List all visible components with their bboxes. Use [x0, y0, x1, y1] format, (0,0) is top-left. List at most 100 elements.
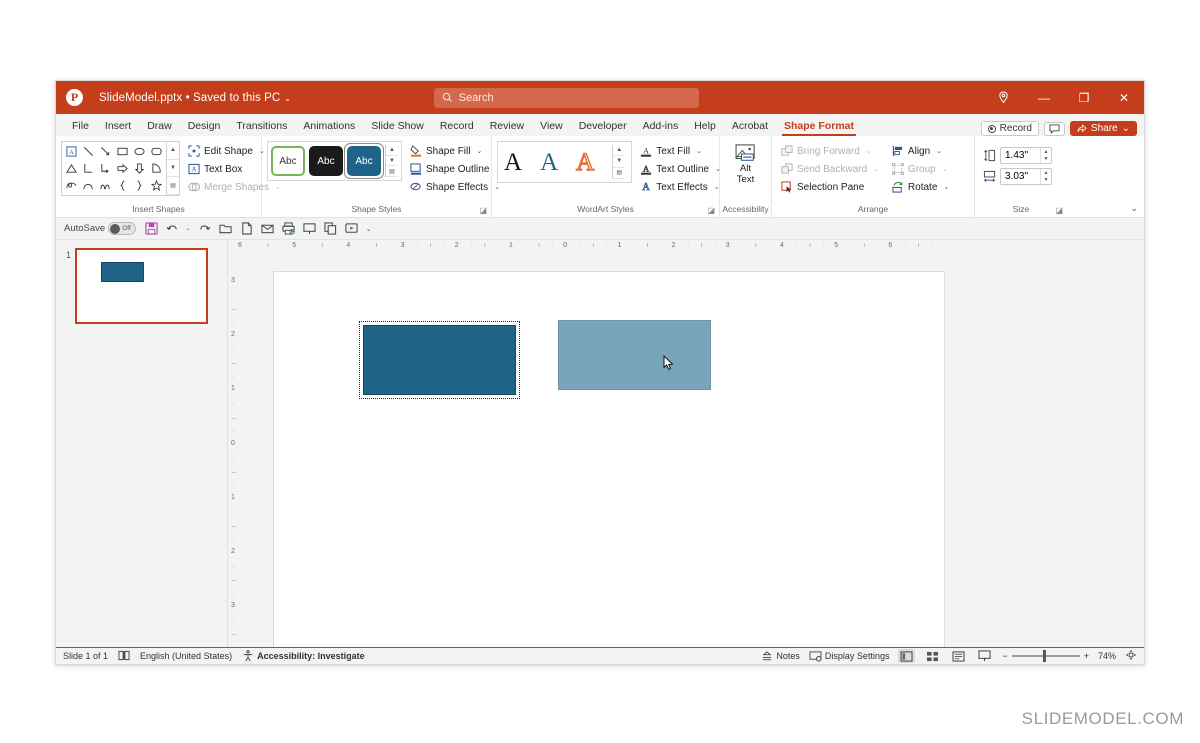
tab-acrobat[interactable]: Acrobat: [724, 116, 776, 136]
chevron-down-icon[interactable]: ⌄: [284, 94, 291, 103]
spell-check-icon[interactable]: [118, 650, 130, 663]
copy-button[interactable]: [321, 220, 339, 238]
search-box[interactable]: Search: [434, 88, 699, 108]
shape-double-curve-icon[interactable]: [97, 177, 114, 194]
tab-review[interactable]: Review: [482, 116, 532, 136]
shape-style-thumb-1[interactable]: Abc: [271, 146, 305, 176]
shape-right-arrow-icon[interactable]: [114, 160, 131, 177]
shape-style-thumb-2[interactable]: Abc: [309, 146, 343, 176]
open-button[interactable]: [216, 220, 234, 238]
gallery-scroll-up-icon[interactable]: ▲: [167, 142, 179, 160]
shape-rounded-rectangle-icon[interactable]: [148, 143, 165, 160]
rectangle-shape-secondary[interactable]: [558, 320, 711, 390]
selection-pane-button[interactable]: Selection Pane: [779, 179, 884, 195]
fit-slide-button[interactable]: [1125, 649, 1137, 663]
style-scroll-up-icon[interactable]: ▲: [386, 145, 398, 156]
shapes-gallery-scroll[interactable]: ▲ ▼ ▤: [166, 142, 179, 195]
redo-button[interactable]: [195, 220, 213, 238]
shape-textbox-icon[interactable]: A: [63, 143, 80, 160]
tab-file[interactable]: File: [64, 116, 97, 136]
wordart-scroll-down-icon[interactable]: ▼: [613, 156, 625, 167]
wordart-expand-icon[interactable]: ▤: [613, 168, 625, 179]
wordart-thumb-2[interactable]: A: [540, 150, 558, 175]
shape-width-input[interactable]: 3.03" ▲ ▼: [1000, 168, 1052, 185]
shape-rectangle-icon[interactable]: [114, 143, 131, 160]
text-effects-button[interactable]: A Text Effects ⌄: [638, 179, 726, 195]
tab-shape-format[interactable]: Shape Format: [776, 116, 862, 136]
shape-down-arrow-icon[interactable]: [131, 160, 148, 177]
height-spinner[interactable]: ▲ ▼: [1040, 148, 1051, 163]
shape-curve-icon[interactable]: [80, 177, 97, 194]
view-normal-button[interactable]: [898, 649, 915, 663]
shape-arc-icon[interactable]: [148, 160, 165, 177]
zoom-percent-label[interactable]: 74%: [1098, 651, 1116, 661]
width-spinner[interactable]: ▲ ▼: [1040, 169, 1051, 184]
shape-scribble-icon[interactable]: [63, 177, 80, 194]
shape-style-thumb-3-selected[interactable]: Abc: [347, 146, 381, 176]
tab-transitions[interactable]: Transitions: [228, 116, 295, 136]
tab-slide-show[interactable]: Slide Show: [363, 116, 432, 136]
wordart-thumb-1[interactable]: A: [504, 150, 522, 175]
shapes-gallery[interactable]: A: [61, 141, 180, 196]
width-spin-up-icon[interactable]: ▲: [1041, 169, 1051, 177]
text-outline-button[interactable]: A Text Outline ⌄: [638, 161, 726, 177]
tab-design[interactable]: Design: [180, 116, 229, 136]
shape-elbow-arrow-icon[interactable]: [97, 160, 114, 177]
shape-elbow-connector-icon[interactable]: [80, 160, 97, 177]
email-button[interactable]: [258, 220, 276, 238]
record-button[interactable]: Record: [981, 121, 1039, 136]
shape-styles-gallery[interactable]: Abc Abc Abc ▲ ▼ ▤: [267, 141, 402, 181]
minimize-button[interactable]: —: [1024, 81, 1064, 114]
undo-dropdown-icon[interactable]: ⌄: [184, 220, 192, 238]
slide-canvas[interactable]: [273, 271, 945, 647]
rotate-button[interactable]: Rotate ⌄: [890, 179, 954, 195]
zoom-in-button[interactable]: +: [1084, 651, 1089, 661]
undo-button[interactable]: [163, 220, 181, 238]
text-fill-button[interactable]: A Text Fill ⌄: [638, 143, 726, 159]
accessibility-status[interactable]: Accessibility: Investigate: [242, 650, 365, 662]
tab-view[interactable]: View: [532, 116, 571, 136]
tab-insert[interactable]: Insert: [97, 116, 139, 136]
shape-styles-scroll[interactable]: ▲ ▼ ▤: [385, 145, 398, 177]
shape-line-icon[interactable]: [80, 143, 97, 160]
tab-add-ins[interactable]: Add-ins: [635, 116, 687, 136]
height-spin-down-icon[interactable]: ▼: [1041, 156, 1051, 164]
start-slideshow-button[interactable]: [300, 220, 318, 238]
language-label[interactable]: English (United States): [140, 651, 232, 661]
shape-right-brace-icon[interactable]: [131, 177, 148, 194]
present-button[interactable]: [342, 220, 360, 238]
wordart-gallery[interactable]: A A A ▲ ▼ ▤: [497, 141, 632, 183]
shape-star-icon[interactable]: [148, 177, 165, 194]
new-button[interactable]: [237, 220, 255, 238]
zoom-out-button[interactable]: −: [1002, 651, 1007, 661]
save-button[interactable]: [142, 220, 160, 238]
view-slide-sorter-button[interactable]: [924, 649, 941, 663]
zoom-thumb[interactable]: [1043, 650, 1046, 662]
comments-button[interactable]: [1044, 122, 1065, 136]
zoom-slider[interactable]: − +: [1002, 651, 1089, 661]
style-expand-icon[interactable]: ▤: [386, 166, 398, 177]
autosave-toggle[interactable]: Off: [108, 222, 136, 235]
height-spin-up-icon[interactable]: ▲: [1041, 148, 1051, 156]
view-slideshow-button[interactable]: [976, 649, 993, 663]
width-spin-down-icon[interactable]: ▼: [1041, 177, 1051, 185]
tab-draw[interactable]: Draw: [139, 116, 180, 136]
gallery-expand-icon[interactable]: ▤: [167, 177, 179, 195]
size-dialog-launcher-icon[interactable]: ◪: [1055, 206, 1063, 215]
share-button[interactable]: Share ⌄: [1070, 121, 1137, 136]
tab-animations[interactable]: Animations: [295, 116, 363, 136]
tab-record[interactable]: Record: [432, 116, 482, 136]
wordart-scroll-up-icon[interactable]: ▲: [613, 145, 625, 156]
shape-line-arrow-icon[interactable]: [97, 143, 114, 160]
location-pin-icon[interactable]: [984, 81, 1024, 114]
wordart-gallery-scroll[interactable]: ▲ ▼ ▤: [612, 145, 625, 179]
tab-help[interactable]: Help: [686, 116, 724, 136]
wordart-thumb-3[interactable]: A: [576, 150, 594, 175]
close-button[interactable]: ✕: [1104, 81, 1144, 114]
wordart-dialog-launcher-icon[interactable]: ◪: [707, 206, 715, 215]
quick-print-button[interactable]: [279, 220, 297, 238]
slide-count-label[interactable]: Slide 1 of 1: [63, 651, 108, 661]
display-settings-button[interactable]: Display Settings: [809, 651, 890, 662]
ribbon-collapse-button[interactable]: ⌄: [1130, 203, 1138, 214]
alt-text-button[interactable]: Alt Text: [727, 141, 765, 189]
